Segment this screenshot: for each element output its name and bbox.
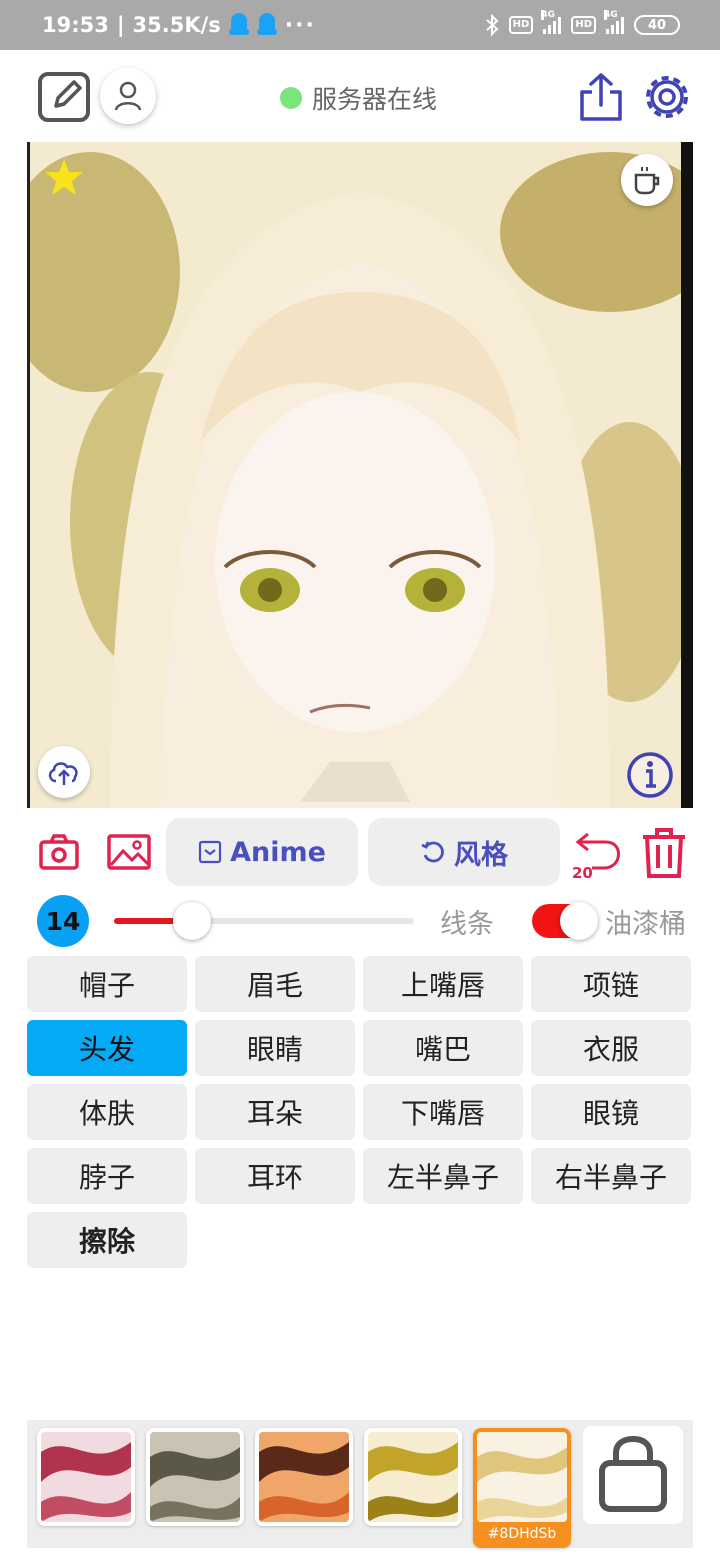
brush-size-thumb[interactable] [173,902,211,940]
part-button[interactable]: 下嘴唇 [363,1084,523,1140]
part-button[interactable]: 项链 [531,956,691,1012]
style-label: 风格 [454,839,508,871]
status-bar: 19:53 | 35.5K/s ··· HD 4G HD 4G 40 [0,0,720,50]
status-separator: | [116,13,125,37]
undo-button[interactable]: 20 [568,828,624,882]
settings-button[interactable] [642,72,692,122]
online-indicator-icon [280,87,302,109]
style-shop-button[interactable] [583,1426,683,1524]
part-button[interactable]: 右半鼻子 [531,1148,691,1204]
account-button[interactable] [100,68,156,124]
bluetooth-icon [485,14,499,36]
more-notifications-icon: ··· [284,12,316,38]
edit-button[interactable] [38,72,90,122]
line-mode-label[interactable]: 线条 [440,902,494,941]
status-left: 19:53 | 35.5K/s ··· [42,0,316,50]
battery-icon: 40 [634,15,680,35]
anime-mode-label: Anime [230,836,326,868]
part-button[interactable]: 眼睛 [195,1020,355,1076]
qq-notification-icon-2 [256,13,277,37]
top-bar: 服务器在线 [0,50,720,142]
part-button[interactable]: 上嘴唇 [363,956,523,1012]
part-button[interactable]: 嘴巴 [363,1020,523,1076]
style-button[interactable]: 风格 [368,818,560,886]
erase-button[interactable]: 擦除 [27,1212,187,1268]
toggle-knob [560,902,598,940]
part-button[interactable]: 衣服 [531,1020,691,1076]
favorite-star-icon[interactable] [42,156,86,200]
rotate-icon [421,841,444,863]
trash-icon[interactable] [640,826,688,880]
generated-anime-portrait [30,142,681,808]
part-button[interactable]: 眉毛 [195,956,355,1012]
style-thumbnail[interactable] [255,1428,353,1526]
style-thumbnail-selected[interactable]: #8DHdSb [473,1428,571,1548]
part-button[interactable]: 耳朵 [195,1084,355,1140]
toolbar: Anime 风格 20 [0,816,720,888]
clock: 19:53 [42,13,109,37]
coffee-cup-icon [634,167,660,195]
part-button[interactable]: 体肤 [27,1084,187,1140]
hd-badge-1: HD [508,16,534,34]
server-status-text: 服务器在线 [312,85,438,114]
checkbox-icon [198,840,222,864]
network-speed: 35.5K/s [132,13,221,37]
part-button[interactable]: 头发 [27,1020,187,1076]
gear-icon [646,76,688,118]
share-button[interactable] [578,72,624,122]
coffee-button[interactable] [621,154,673,206]
info-icon[interactable] [625,750,675,800]
signal-icon-2: 4G [604,10,624,34]
user-icon [114,81,142,111]
brush-size-slider[interactable] [114,902,414,940]
part-button[interactable]: 眼镜 [531,1084,691,1140]
shopping-bag-icon [599,1435,667,1512]
part-button[interactable]: 耳环 [195,1148,355,1204]
brush-controls: 14 线条 油漆桶 [0,892,720,952]
style-preview-orange [259,1432,349,1522]
qq-notification-icon [228,13,249,37]
style-preview-grey [150,1432,240,1522]
server-status: 服务器在线 [280,78,437,118]
part-button[interactable]: 脖子 [27,1148,187,1204]
part-button[interactable]: 左半鼻子 [363,1148,523,1204]
camera-icon[interactable] [38,832,80,872]
signal-label-1: 4G [541,10,555,20]
signal-label-2: 4G [604,10,618,20]
undo-count: 20 [572,864,593,882]
share-icon [580,73,622,121]
style-thumbnail[interactable] [364,1428,462,1526]
style-preview-cream [477,1432,567,1522]
upload-button[interactable] [38,746,90,798]
anime-mode-button[interactable]: Anime [166,818,358,886]
signal-icon-1: 4G [541,10,562,34]
status-right: HD 4G HD 4G 40 [485,0,680,50]
hd-badge-2: HD [571,16,596,34]
part-button[interactable]: 帽子 [27,956,187,1012]
cloud-upload-icon [48,762,78,785]
gallery-icon[interactable] [106,832,152,872]
style-preview-red [41,1432,131,1522]
style-thumbnail[interactable] [37,1428,135,1526]
drawing-canvas[interactable] [27,142,693,808]
style-thumbnail[interactable] [146,1428,244,1526]
paint-bucket-label: 油漆桶 [605,909,686,940]
pencil-icon [54,80,82,108]
brush-size-badge: 14 [37,895,89,947]
style-preview-gold [368,1432,458,1522]
style-caption: #8DHdSb [487,1526,557,1542]
style-preset-bar: #8DHdSb [27,1420,693,1548]
paint-bucket-toggle[interactable] [532,902,598,940]
